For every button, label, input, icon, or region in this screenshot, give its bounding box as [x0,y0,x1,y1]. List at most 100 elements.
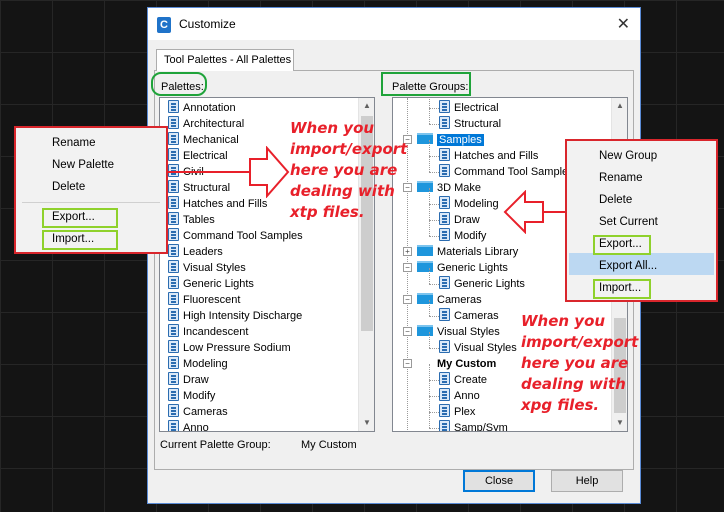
tool-palette-icon [168,324,179,337]
menu-separator [22,202,160,203]
group-palette-item[interactable]: Modeling [439,196,499,212]
group-tree-item[interactable]: Generic Lights [417,260,508,276]
tool-palette-icon [168,260,179,273]
palette-list-item[interactable]: Low Pressure Sodium [168,340,291,356]
expand-icon[interactable]: + [403,247,412,256]
menu-item-set-current[interactable]: Set Current [567,211,716,233]
palette-list-item[interactable]: Fluorescent [168,292,240,308]
scroll-down-icon[interactable]: ▼ [612,415,627,431]
group-palette-item[interactable]: Cameras [439,308,499,324]
palette-list-item[interactable]: Generic Lights [168,276,254,292]
tree-connector [429,156,439,157]
menu-item-delete[interactable]: Delete [567,189,716,211]
palette-list-item[interactable]: Draw [168,372,209,388]
palette-context-menu: Rename New Palette Delete Export... Impo… [14,126,168,254]
collapse-icon[interactable]: − [403,327,412,336]
palette-label: Cameras [183,406,228,418]
tree-connector [429,412,439,413]
annotation-line: dealing with [521,375,626,393]
group-palette-item[interactable]: Command Tool Samples [439,164,574,180]
palette-list-item[interactable]: Anno [168,420,209,431]
menu-item-label: Rename [599,172,643,184]
group-tree-item[interactable]: Cameras [417,292,482,308]
palette-label: Generic Lights [183,278,254,290]
tree-connector [429,204,430,220]
tree-connector [429,316,439,317]
group-palette-item[interactable]: Visual Styles [439,340,517,356]
palette-list-item[interactable]: Hatches and Fills [168,196,267,212]
group-palette-item[interactable]: Hatches and Fills [439,148,538,164]
tab-tool-palettes[interactable]: Tool Palettes - All Palettes [156,49,294,71]
palette-list-item[interactable]: Modify [168,388,215,404]
menu-item-label: New Group [599,150,658,162]
palette-list-item[interactable]: Leaders [168,244,223,260]
group-palette-item[interactable]: Generic Lights [439,276,525,292]
palette-label: Leaders [183,246,223,258]
close-icon[interactable]: ✕ [617,14,630,34]
tree-connector [429,300,430,316]
palette-list-item[interactable]: Modeling [168,356,228,372]
palette-label: Draw [183,374,209,386]
tool-palette-icon [439,276,450,289]
tree-connector [429,348,439,349]
group-tree-item[interactable]: Samples [417,132,484,148]
collapse-icon[interactable]: − [403,359,412,368]
palette-list-item[interactable]: Tables [168,212,215,228]
palette-list-item[interactable]: Incandescent [168,324,248,340]
palette-list-item[interactable]: Cameras [168,404,228,420]
group-tree-item[interactable]: 3D Make [417,180,481,196]
tool-palette-icon [168,388,179,401]
tool-palette-icon [168,228,179,241]
tool-palette-icon [168,212,179,225]
tree-connector [429,332,430,348]
import-highlight [42,230,118,250]
tool-palette-icon [168,308,179,321]
group-tree-item[interactable]: Materials Library [417,244,518,260]
tool-palette-icon [439,388,450,401]
group-palette-item[interactable]: Draw [439,212,480,228]
group-palette-item[interactable]: Structural [439,116,501,132]
left-arrow-icon [503,190,565,234]
group-palette-item[interactable]: Anno [439,388,480,404]
annotation-line: dealing with [290,182,395,200]
group-label: Cameras [454,310,499,322]
group-label: Visual Styles [454,342,517,354]
group-label: Plex [454,406,476,418]
menu-item-new-palette[interactable]: New Palette [16,154,166,176]
menu-item-delete[interactable]: Delete [16,176,166,198]
menu-item-rename[interactable]: Rename [16,132,166,154]
scroll-up-icon[interactable]: ▲ [359,98,374,114]
palette-list-item[interactable]: Annotation [168,100,236,116]
group-palette-item[interactable]: Plex [439,404,475,420]
annotation-line: here you are [521,354,629,372]
tool-palette-icon [168,420,179,431]
export-highlight [42,208,118,228]
help-button[interactable]: Help [551,470,623,492]
collapse-icon[interactable]: − [403,295,412,304]
close-button[interactable]: Close [463,470,535,492]
palette-list-item[interactable]: Command Tool Samples [168,228,303,244]
collapse-icon[interactable]: − [403,263,412,272]
group-palette-item[interactable]: Create [439,372,487,388]
group-palette-item[interactable]: Samp/Sym [439,420,508,431]
menu-item-rename[interactable]: Rename [567,167,716,189]
tool-palette-icon [168,276,179,289]
menu-item-new-group[interactable]: New Group [567,145,716,167]
menu-item-export-all[interactable]: Export All... [567,255,716,277]
tool-palette-icon [439,420,450,431]
palette-list-item[interactable]: Visual Styles [168,260,246,276]
folder-icon [417,181,433,192]
scroll-up-icon[interactable]: ▲ [612,98,627,114]
palette-list-item[interactable]: High Intensity Discharge [168,308,302,324]
tree-connector [429,188,430,204]
tree-connector [429,364,430,380]
group-palette-item[interactable]: Electrical [439,100,499,116]
group-palette-item[interactable]: Modify [439,228,486,244]
palette-label: Command Tool Samples [183,230,303,242]
palette-list-item[interactable]: Architectural [168,116,244,132]
group-label: Samples [437,134,484,146]
group-label: Modify [454,230,487,242]
current-group-value: My Custom [301,439,357,451]
palette-label: Hatches and Fills [183,198,268,210]
scroll-down-icon[interactable]: ▼ [359,415,374,431]
